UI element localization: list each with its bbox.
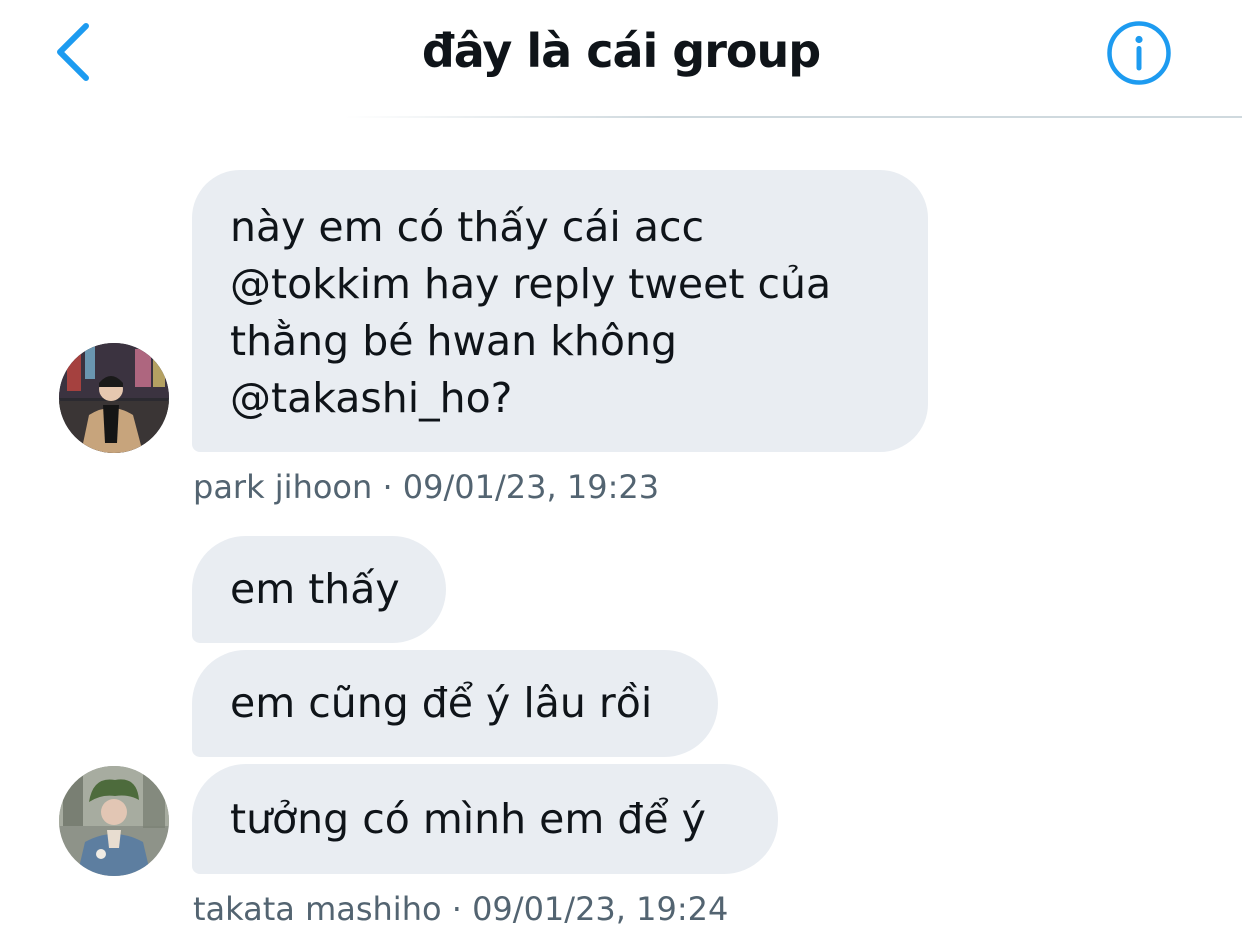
- message-bubble[interactable]: em thấy: [192, 536, 446, 643]
- message-bubble[interactable]: em cũng để ý lâu rồi: [192, 650, 718, 757]
- message-meta: park jihoon · 09/01/23, 19:23: [193, 468, 660, 506]
- info-circle-icon: [1107, 21, 1171, 85]
- dm-conversation-screen: đây là cái group này em có thấy cái acc …: [0, 0, 1242, 952]
- avatar[interactable]: [59, 766, 169, 876]
- avatar[interactable]: [59, 343, 169, 453]
- message-meta: takata mashiho · 09/01/23, 19:24: [193, 890, 729, 928]
- message-bubble[interactable]: này em có thấy cái acc @tokkim hay reply…: [192, 170, 928, 452]
- conversation-header: đây là cái group: [0, 0, 1242, 118]
- info-button[interactable]: [1106, 20, 1172, 86]
- user-avatar-photo: [59, 766, 169, 876]
- user-avatar-photo: [59, 343, 169, 453]
- message-bubble[interactable]: tưởng có mình em để ý: [192, 764, 778, 874]
- header-divider: [345, 116, 1242, 118]
- conversation-title: đây là cái group: [421, 24, 821, 78]
